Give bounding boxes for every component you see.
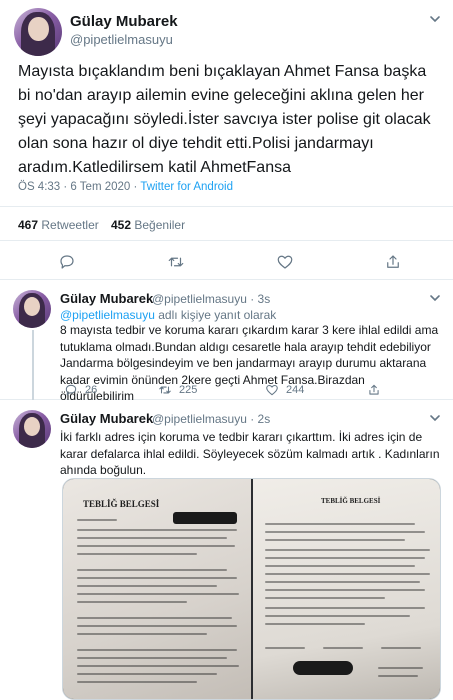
share-icon[interactable] <box>367 383 381 397</box>
avatar[interactable] <box>13 410 51 448</box>
retweets-number: 467 <box>18 218 39 232</box>
share-icon[interactable] <box>384 253 402 271</box>
retweets-label: Retweetler <box>41 218 99 232</box>
tweet-media[interactable]: TEBLİĞ BELGESİ TEBLİĞ BELGESİ <box>62 478 441 700</box>
chevron-down-icon[interactable] <box>428 291 442 305</box>
avatar[interactable] <box>14 8 62 56</box>
likes-label: Beğeniler <box>134 218 186 232</box>
doc-title: TEBLİĞ BELGESİ <box>83 499 160 509</box>
author-handle[interactable]: @pipetlielmasuyu <box>70 32 173 47</box>
thread-line <box>32 330 34 400</box>
retweets-count[interactable]: 467 Retweetler <box>18 218 99 232</box>
reply-icon <box>65 384 77 396</box>
retweet-count: 225 <box>179 384 198 396</box>
chevron-down-icon[interactable] <box>428 411 442 425</box>
tweet-text: Mayısta bıçaklandım beni bıçaklayan Ahme… <box>18 63 431 176</box>
retweet-icon[interactable] <box>167 253 185 271</box>
reply-tweet[interactable]: Gülay Mubarek @pipetlielmasuyu · 3s @pip… <box>0 280 453 403</box>
redaction <box>173 512 237 524</box>
author-handle[interactable]: @pipetlielmasuyu · 3s <box>152 292 270 306</box>
reply-icon[interactable] <box>58 253 76 271</box>
tweet-meta: ÖS 4:33 · 6 Tem 2020 · Twitter for Andro… <box>18 181 233 193</box>
retweet-button[interactable]: 225 <box>158 383 197 397</box>
tweet-source[interactable]: Twitter for Android <box>140 181 233 193</box>
reply-button[interactable]: 26 <box>64 383 97 397</box>
like-count: 244 <box>286 384 305 396</box>
likes-count[interactable]: 452 Beğeniler <box>111 218 185 232</box>
document-photo-right[interactable]: TEBLİĞ BELGESİ <box>253 479 440 699</box>
likes-number: 452 <box>111 218 132 232</box>
like-icon <box>266 384 278 396</box>
like-button[interactable]: 244 <box>265 383 304 397</box>
reply-to-line: @pipetlielmasuyu adlı kişiye yanıt olara… <box>60 308 276 322</box>
retweet-icon <box>159 386 171 394</box>
tweet-stats: 467 Retweetler 452 Beğeniler <box>0 206 453 241</box>
chevron-down-icon[interactable] <box>428 12 442 26</box>
reply-text: İki farklı adres için koruma ve tedbir k… <box>60 430 440 477</box>
reply-count: 26 <box>85 384 98 396</box>
like-icon[interactable] <box>276 253 294 271</box>
author-name[interactable]: Gülay Mubarek <box>60 411 153 426</box>
avatar[interactable] <box>13 290 51 328</box>
reply-text: 8 mayısta tedbir ve koruma kararı çıkard… <box>60 323 439 403</box>
reply-to-mention[interactable]: @pipetlielmasuyu <box>60 308 155 322</box>
reply-to-suffix: adlı kişiye yanıt olarak <box>154 308 277 322</box>
document-photo-left[interactable]: TEBLİĞ BELGESİ <box>63 479 251 699</box>
tweet-time[interactable]: ÖS 4:33 · 6 Tem 2020 · <box>18 181 137 193</box>
redaction <box>293 661 353 675</box>
author-handle[interactable]: @pipetlielmasuyu · 2s <box>152 412 270 426</box>
main-tweet: Gülay Mubarek @pipetlielmasuyu Mayısta b… <box>0 0 453 280</box>
doc-title: TEBLİĞ BELGESİ <box>321 497 381 505</box>
author-name[interactable]: Gülay Mubarek <box>60 291 153 306</box>
author-name[interactable]: Gülay Mubarek <box>70 13 178 30</box>
